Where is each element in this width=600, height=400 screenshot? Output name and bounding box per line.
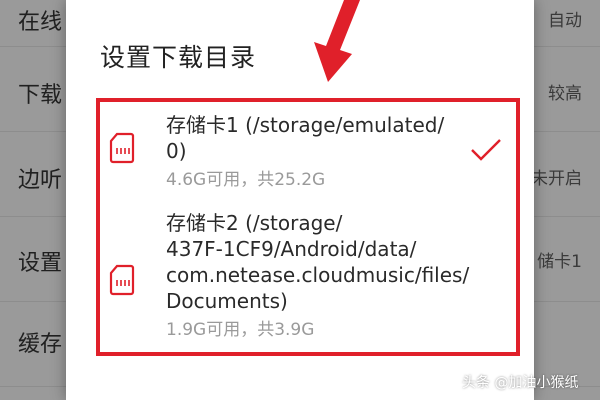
settings-row-label: 缓存 (18, 332, 63, 357)
storage-option-capacity: 4.6G可用，共25.2G (166, 170, 326, 190)
sd-card-icon (109, 132, 135, 164)
settings-row-label: 边听 (18, 168, 63, 193)
storage-option-title: 存储卡2 (/storage/ 437F-1CF9/Android/data/ … (166, 211, 470, 313)
storage-option-1[interactable]: 存储卡1 (/storage/emulated/ 0) 4.6G可用，共25.2… (104, 108, 512, 198)
sd-card-icon (109, 264, 135, 296)
red-arrow-annotation (314, 0, 360, 82)
settings-row-value: 储卡1 (537, 252, 582, 272)
storage-option-capacity: 1.9G可用，共3.9G (166, 320, 315, 340)
settings-row-value: 自动 (548, 11, 582, 31)
settings-row-label: 下载 (18, 83, 63, 108)
settings-row-value: 未开启 (531, 169, 582, 189)
settings-row-value: 较高 (548, 84, 582, 104)
watermark-text: 头条 @加油小猴纸 (462, 375, 579, 391)
storage-option-title: 存储卡1 (/storage/emulated/ 0) (166, 113, 445, 163)
dialog-title: 设置下载目录 (100, 43, 257, 72)
settings-row-label: 在线 (18, 10, 63, 35)
checkmark-icon (471, 139, 501, 161)
storage-option-2[interactable]: 存储卡2 (/storage/ 437F-1CF9/Android/data/ … (104, 206, 512, 354)
settings-row-label: 设置 (18, 251, 63, 276)
